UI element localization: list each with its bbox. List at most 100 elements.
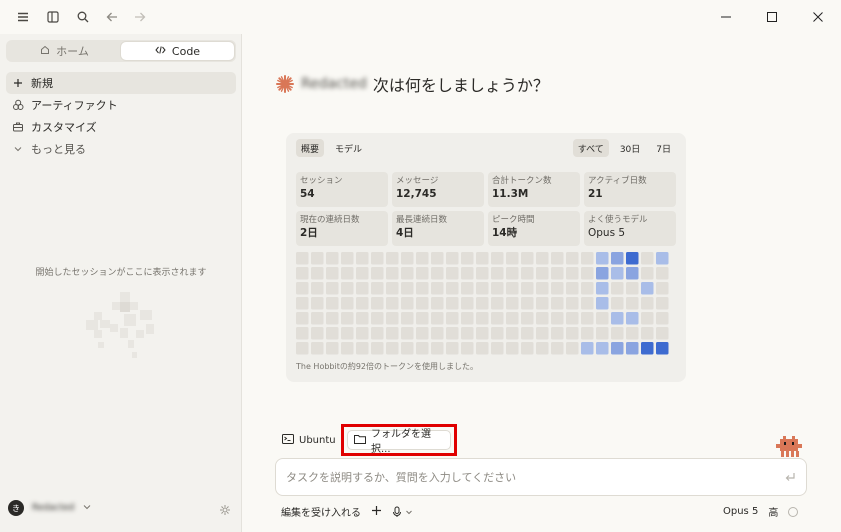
forward-arrow-icon[interactable] bbox=[130, 7, 150, 27]
heatmap-cell bbox=[536, 342, 549, 355]
heatmap-cell bbox=[296, 342, 309, 355]
heatmap-cell bbox=[476, 327, 489, 340]
heatmap-cell bbox=[371, 297, 384, 310]
accept-edits-toggle[interactable]: 編集を受け入れる bbox=[281, 504, 361, 519]
claude-spark-icon bbox=[276, 75, 294, 93]
heatmap-cell bbox=[641, 327, 654, 340]
heatmap-cell bbox=[611, 282, 624, 295]
sidebar-item-customize[interactable]: カスタマイズ bbox=[6, 116, 236, 138]
heatmap-cell bbox=[476, 342, 489, 355]
tab-range-all[interactable]: すべて bbox=[572, 139, 609, 157]
heatmap-cell bbox=[521, 327, 534, 340]
heatmap-cell bbox=[566, 327, 579, 340]
heatmap-cell bbox=[656, 282, 669, 295]
heatmap-cell bbox=[371, 342, 384, 355]
maximize-button[interactable] bbox=[761, 6, 783, 28]
heatmap-cell bbox=[311, 252, 324, 265]
heatmap-cell bbox=[521, 342, 534, 355]
heatmap-cell bbox=[491, 282, 504, 295]
heatmap-cell bbox=[581, 297, 594, 310]
heatmap-cell bbox=[326, 312, 339, 325]
heatmap-cell bbox=[446, 282, 459, 295]
back-arrow-icon[interactable] bbox=[102, 7, 122, 27]
heatmap-cell bbox=[296, 327, 309, 340]
select-folder-button[interactable]: フォルダを選択... bbox=[347, 429, 451, 455]
heatmap-cell bbox=[341, 327, 354, 340]
heatmap-cell bbox=[626, 327, 639, 340]
heatmap-cell bbox=[506, 252, 519, 265]
heatmap-cell bbox=[611, 312, 624, 325]
add-icon[interactable] bbox=[371, 505, 382, 519]
heatmap-cell bbox=[356, 312, 369, 325]
heatmap-cell bbox=[296, 282, 309, 295]
prompt-input[interactable] bbox=[286, 468, 766, 486]
heatmap-cell bbox=[401, 342, 414, 355]
heatmap-cell bbox=[596, 342, 609, 355]
sidebar-item-new[interactable]: 新規 bbox=[6, 72, 236, 94]
close-button[interactable] bbox=[807, 6, 829, 28]
heatmap-cell bbox=[446, 312, 459, 325]
microphone-icon[interactable] bbox=[392, 506, 413, 518]
heatmap-cell bbox=[431, 327, 444, 340]
heatmap-cell bbox=[641, 252, 654, 265]
heatmap-cell bbox=[566, 312, 579, 325]
search-icon[interactable] bbox=[73, 7, 93, 27]
tab-code[interactable]: Code bbox=[121, 42, 234, 60]
heatmap-cell bbox=[386, 327, 399, 340]
heatmap-cell bbox=[311, 312, 324, 325]
prompt-composer bbox=[275, 458, 807, 496]
heatmap-cell bbox=[491, 327, 504, 340]
heatmap-cell bbox=[416, 297, 429, 310]
heatmap-cell bbox=[371, 327, 384, 340]
heatmap-cell bbox=[371, 282, 384, 295]
environment-selector[interactable]: Ubuntu bbox=[276, 430, 342, 450]
heatmap-cell bbox=[581, 282, 594, 295]
heatmap-cell bbox=[356, 297, 369, 310]
tab-range-7d[interactable]: 7日 bbox=[651, 139, 676, 157]
tab-home[interactable]: ホーム bbox=[8, 42, 121, 60]
heatmap-cell bbox=[386, 252, 399, 265]
chevron-down-icon bbox=[406, 510, 412, 514]
tab-overview[interactable]: 概要 bbox=[296, 139, 325, 157]
heatmap-cell bbox=[521, 252, 534, 265]
tab-range-30d[interactable]: 30日 bbox=[615, 139, 645, 157]
sidebar-item-more[interactable]: もっと見る bbox=[6, 138, 236, 160]
heatmap-cell bbox=[611, 327, 624, 340]
heatmap-cell bbox=[641, 312, 654, 325]
effort-selector[interactable]: 高 bbox=[768, 504, 778, 519]
stats-range-tabs: すべて 30日 7日 bbox=[572, 139, 676, 157]
briefcase-icon bbox=[12, 121, 24, 133]
heatmap-cell bbox=[536, 252, 549, 265]
heatmap-cell bbox=[536, 267, 549, 280]
heatmap-cell bbox=[521, 267, 534, 280]
heatmap-cell bbox=[296, 312, 309, 325]
heatmap-cell bbox=[296, 267, 309, 280]
send-icon[interactable] bbox=[784, 471, 796, 486]
heatmap-cell bbox=[521, 282, 534, 295]
heatmap-cell bbox=[461, 282, 474, 295]
menu-icon[interactable] bbox=[13, 7, 33, 27]
heatmap-cell bbox=[446, 342, 459, 355]
heatmap-cell bbox=[296, 252, 309, 265]
sidebar-toggle-icon[interactable] bbox=[43, 7, 63, 27]
mode-switcher: ホーム Code bbox=[6, 40, 236, 62]
stat-current-streak: 現在の連続日数 2日 bbox=[296, 211, 388, 246]
heatmap-cell bbox=[521, 297, 534, 310]
model-selector[interactable]: Opus 5 bbox=[723, 506, 758, 517]
context-usage-icon bbox=[788, 506, 799, 517]
sidebar-item-artifacts[interactable]: アーティファクト bbox=[6, 94, 236, 116]
heatmap-cell bbox=[401, 267, 414, 280]
user-menu[interactable]: き Redacted bbox=[8, 500, 92, 516]
main-panel: Redacted 次は何をしましょうか？ 概要 モデル すべて 30日 7日 セ… bbox=[243, 34, 841, 532]
minimize-button[interactable] bbox=[715, 6, 737, 28]
heatmap-cell bbox=[401, 312, 414, 325]
heatmap-cell bbox=[326, 252, 339, 265]
heatmap-cell bbox=[596, 312, 609, 325]
settings-icon[interactable] bbox=[219, 504, 231, 519]
chevron-down-icon bbox=[12, 143, 24, 155]
tab-models[interactable]: モデル bbox=[330, 139, 367, 157]
heatmap-cell bbox=[446, 252, 459, 265]
heatmap-cell bbox=[476, 297, 489, 310]
heatmap-cell bbox=[656, 342, 669, 355]
heatmap-cell bbox=[626, 252, 639, 265]
